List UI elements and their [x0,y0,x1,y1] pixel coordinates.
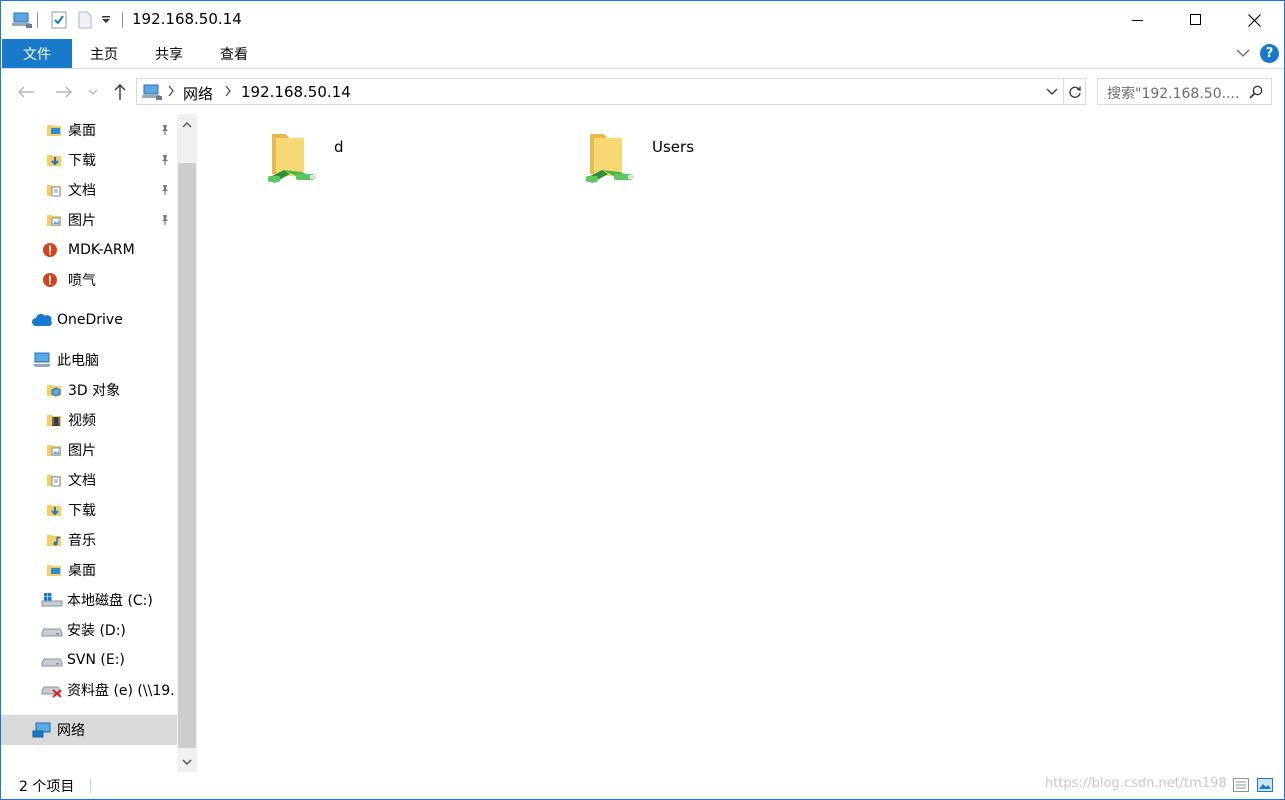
title-bar: 192.168.50.14 [1,1,1284,39]
close-button[interactable] [1225,1,1283,39]
sidebar-item-drive-d[interactable]: 安装 (D:) [1,615,177,645]
videos-folder-icon [45,411,63,429]
tab-view[interactable]: 查看 [206,39,262,68]
desktop-folder-icon [45,561,63,579]
breadcrumb-host[interactable]: 192.168.50.14 [241,83,351,101]
pin-icon[interactable] [159,154,171,170]
item-count: 2 个项目 [19,779,75,795]
status-separator [90,778,91,793]
breadcrumb-network[interactable]: 网络 [183,83,213,104]
search-icon[interactable] [1249,85,1263,103]
shared-folder-icon [268,126,318,186]
pin-icon[interactable] [159,124,171,140]
warning-folder-icon [41,271,59,289]
sidebar-item-onedrive[interactable]: OneDrive [1,305,177,335]
status-bar: 2 个项目 https://blog.csdn.net/tm198 [1,772,1284,799]
quick-access-separator [37,12,38,28]
drive-icon [41,651,63,669]
network-icon [32,721,52,739]
maximize-button[interactable] [1167,1,1225,39]
documents-folder-icon [45,471,63,489]
sidebar-item-mdk-arm[interactable]: MDK-ARM [1,235,177,265]
sidebar-item-documents-pinned[interactable]: 文档 [1,175,177,205]
computer-icon [32,351,52,369]
navigation-pane: 桌面 下载 文档 图片 MDK-ARM 喷气 OneDrive 此电脑 3D 对… [1,114,198,772]
3d-objects-folder-icon [45,381,63,399]
new-folder-icon[interactable] [75,9,95,31]
address-dropdown-chevron-icon[interactable] [1041,79,1063,104]
downloads-folder-icon [45,501,63,519]
sidebar-item-network[interactable]: 网络 [1,715,177,745]
list-item[interactable]: d [268,126,344,192]
help-button[interactable]: ? [1260,44,1279,63]
sidebar-item-videos[interactable]: 视频 [1,405,177,435]
sidebar-item-pictures-pinned[interactable]: 图片 [1,205,177,235]
scrollbar-thumb[interactable] [178,163,196,748]
desktop-folder-icon [45,121,63,139]
large-icons-view-icon[interactable] [1257,777,1273,793]
tab-file[interactable]: 文件 [2,39,72,68]
item-name: Users [652,138,695,156]
item-name: d [334,138,344,156]
recent-locations-chevron-icon[interactable] [85,81,101,103]
window-title: 192.168.50.14 [132,10,242,28]
title-separator [122,12,123,28]
sidebar-item-music[interactable]: 音乐 [1,525,177,555]
details-view-icon[interactable] [1233,777,1249,793]
sidebar-item-penqi[interactable]: 喷气 [1,265,177,295]
sidebar-item-downloads-pinned[interactable]: 下载 [1,145,177,175]
tab-home[interactable]: 主页 [76,39,132,68]
sidebar-item-network-drive[interactable]: 资料盘 (e) (\\19. [1,675,177,705]
onedrive-icon [32,311,52,329]
explorer-window: 192.168.50.14 文件 主页 共享 查看 ? 网络 192.168.5… [0,0,1285,800]
watermark-text: https://blog.csdn.net/tm198 [1045,776,1227,791]
refresh-icon[interactable] [1064,78,1086,105]
sidebar-item-downloads[interactable]: 下载 [1,495,177,525]
minimize-button[interactable] [1109,1,1167,39]
shared-folder-icon [586,126,636,186]
sidebar-item-this-pc[interactable]: 此电脑 [1,345,177,375]
customize-toolbar-icon[interactable] [99,9,113,31]
pictures-folder-icon [45,211,63,229]
sidebar-item-desktop[interactable]: 桌面 [1,555,177,585]
list-item[interactable]: Users [586,126,694,192]
sidebar-item-3d-objects[interactable]: 3D 对象 [1,375,177,405]
search-placeholder: 搜索"192.168.50.... [1107,86,1240,102]
sidebar-scrollbar[interactable] [177,114,197,772]
up-arrow-icon[interactable] [108,81,132,103]
warning-folder-icon [41,241,59,259]
expand-ribbon-chevron-icon[interactable] [1236,45,1250,65]
pin-icon[interactable] [159,214,171,230]
properties-icon[interactable] [49,9,69,31]
sidebar-item-desktop-pinned[interactable]: 桌面 [1,115,177,145]
sidebar-item-documents[interactable]: 文档 [1,465,177,495]
scroll-down-chevron-icon[interactable] [177,752,197,772]
navigation-bar: 网络 192.168.50.14 搜索"192.168.50.... [1,70,1284,112]
search-input[interactable]: 搜索"192.168.50.... [1097,78,1272,105]
breadcrumb-chevron-icon[interactable] [167,85,175,101]
pictures-folder-icon [45,441,63,459]
breadcrumb-chevron-icon[interactable] [224,85,232,101]
music-folder-icon [45,531,63,549]
downloads-folder-icon [45,151,63,169]
scroll-up-chevron-icon[interactable] [177,114,197,134]
disconnected-network-drive-icon [41,681,63,699]
pin-icon[interactable] [159,184,171,200]
sidebar-item-drive-e[interactable]: SVN (E:) [1,645,177,675]
back-arrow-icon[interactable] [14,81,38,103]
drive-icon [41,621,63,639]
tab-share[interactable]: 共享 [141,39,197,68]
network-computer-icon[interactable] [11,9,33,31]
windows-drive-icon [41,591,63,609]
file-list: d Users [198,114,1284,772]
ribbon-tabs: 文件 主页 共享 查看 ? [1,39,1284,69]
forward-arrow-icon[interactable] [52,81,76,103]
address-bar[interactable]: 网络 192.168.50.14 [136,78,1064,105]
documents-folder-icon [45,181,63,199]
network-location-icon [142,83,162,105]
sidebar-item-drive-c[interactable]: 本地磁盘 (C:) [1,585,177,615]
sidebar-item-pictures[interactable]: 图片 [1,435,177,465]
